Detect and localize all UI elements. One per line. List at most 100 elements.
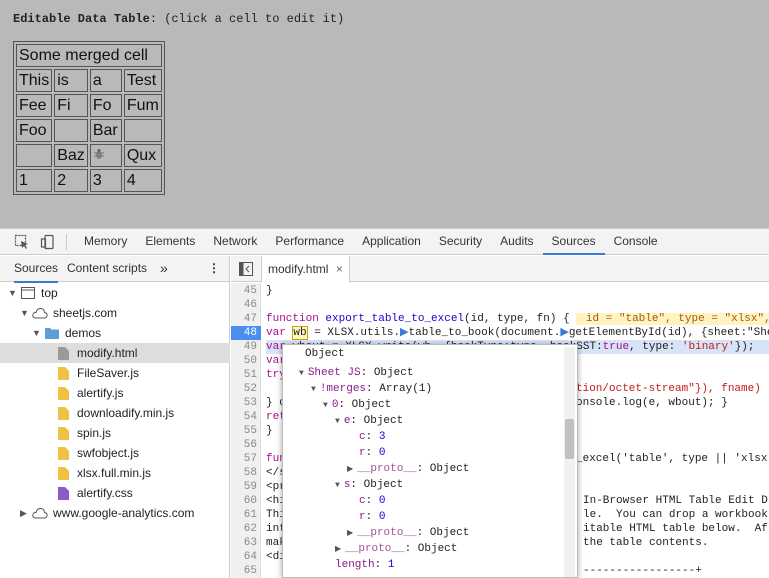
tree-item-label: xlsx.full.min.js: [77, 466, 152, 480]
tree-item-folder[interactable]: ▼ demos: [0, 323, 230, 343]
line-number[interactable]: 51: [231, 368, 261, 382]
line-number[interactable]: 45: [231, 284, 261, 298]
line-number[interactable]: 57: [231, 452, 261, 466]
object-tree-row[interactable]: ▼ !merges: Array(1): [311, 381, 432, 397]
line-number[interactable]: 63: [231, 536, 261, 550]
collapse-arrow-icon[interactable]: ▶: [335, 545, 341, 554]
line-number[interactable]: 65: [231, 564, 261, 578]
line-number[interactable]: 61: [231, 508, 261, 522]
table-cell[interactable]: This: [16, 69, 53, 92]
object-key: __proto__: [345, 543, 405, 555]
line-number[interactable]: 53: [231, 396, 261, 410]
table-cell[interactable]: is: [54, 69, 88, 92]
navigator-menu-icon[interactable]: ⋮: [208, 256, 220, 281]
table-cell[interactable]: [89, 144, 122, 167]
code-line: _excel('table', type || 'xlsx: [576, 453, 768, 465]
line-number[interactable]: 54: [231, 410, 261, 424]
object-tree-row[interactable]: ▶ __proto__: Object: [347, 525, 469, 541]
line-number[interactable]: 58: [231, 466, 261, 480]
table-cell[interactable]: a: [89, 69, 122, 92]
expand-arrow-icon[interactable]: ▼: [311, 385, 316, 394]
line-number[interactable]: 60: [231, 494, 261, 508]
tab-application[interactable]: Application: [353, 229, 430, 255]
object-tree-row[interactable]: ▼ e: Object: [335, 413, 403, 429]
tab-memory[interactable]: Memory: [75, 229, 136, 255]
object-tree-row[interactable]: ▼ Sheet JS: Object: [299, 365, 413, 381]
navigator-tab-sources[interactable]: Sources: [14, 256, 59, 283]
table-cell[interactable]: 3: [89, 169, 122, 192]
table-cell[interactable]: [123, 119, 162, 142]
line-number[interactable]: 64: [231, 550, 261, 564]
tree-item-file[interactable]: downloadify.min.js: [0, 403, 230, 423]
table-row: Fee Fi Fo Fum: [16, 94, 162, 117]
object-tree-row[interactable]: ▼ s: Object: [335, 477, 403, 493]
tree-item-file-selected[interactable]: modify.html: [0, 343, 230, 363]
tab-network[interactable]: Network: [204, 229, 266, 255]
table-cell-merged[interactable]: Some merged cell: [16, 44, 162, 67]
table-cell[interactable]: Fee: [16, 94, 53, 117]
tree-item-domain[interactable]: ▶ www.google-analytics.com: [0, 503, 230, 523]
line-number[interactable]: 56: [231, 438, 261, 452]
object-tree-row[interactable]: ▼ 0: Object: [323, 397, 391, 413]
table-cell[interactable]: Qux: [123, 144, 162, 167]
table-cell[interactable]: [16, 144, 53, 167]
tree-item-file[interactable]: FileSaver.js: [0, 363, 230, 383]
tab-audits[interactable]: Audits: [491, 229, 542, 255]
tab-security[interactable]: Security: [430, 229, 491, 255]
tree-item-file[interactable]: swfobject.js: [0, 443, 230, 463]
editor-file-tab[interactable]: modify.html ×: [261, 256, 350, 282]
collapse-arrow-icon[interactable]: ▶: [347, 529, 353, 538]
close-tab-icon[interactable]: ×: [336, 262, 343, 276]
tab-console[interactable]: Console: [605, 229, 667, 255]
table-cell[interactable]: Fi: [54, 94, 88, 117]
table-cell[interactable]: 2: [54, 169, 88, 192]
object-tree-row[interactable]: ▶ __proto__: Object: [335, 541, 457, 557]
object-tree-row: c: 0: [359, 495, 386, 507]
table-cell[interactable]: Fum: [123, 94, 162, 117]
breakpoint-line-number[interactable]: 48: [231, 326, 261, 340]
tab-performance[interactable]: Performance: [266, 229, 353, 255]
line-number[interactable]: 46: [231, 298, 261, 312]
table-cell[interactable]: Bar: [89, 119, 122, 142]
device-toolbar-icon[interactable]: [40, 234, 56, 250]
table-cell[interactable]: [54, 119, 88, 142]
line-number[interactable]: 52: [231, 382, 261, 396]
expand-arrow-icon[interactable]: ▼: [335, 417, 340, 426]
inspect-element-icon[interactable]: [14, 234, 30, 250]
popover-scrollbar-thumb[interactable]: [565, 419, 574, 459]
popover-scrollbar[interactable]: [564, 347, 575, 577]
line-number[interactable]: 55: [231, 424, 261, 438]
line-number[interactable]: 49: [231, 340, 261, 354]
object-value: Object: [429, 527, 470, 539]
table-cell[interactable]: Test: [123, 69, 162, 92]
table-cell[interactable]: Fo: [89, 94, 122, 117]
toggle-navigator-icon[interactable]: [239, 262, 253, 276]
object-key: __proto__: [357, 527, 417, 539]
object-tree-row[interactable]: ▶ __proto__: Object: [347, 461, 469, 477]
hovered-variable[interactable]: wb: [292, 326, 308, 340]
table-cell[interactable]: 4: [123, 169, 162, 192]
tree-item-file[interactable]: xlsx.full.min.js: [0, 463, 230, 483]
navigator-more-button[interactable]: »: [160, 256, 168, 281]
tab-sources[interactable]: Sources: [542, 229, 605, 255]
tree-item-top[interactable]: ▼ top: [0, 283, 230, 303]
collapse-arrow-icon[interactable]: ▶: [347, 465, 353, 474]
tree-item-file[interactable]: alertify.css: [0, 483, 230, 503]
expand-arrow-icon[interactable]: ▼: [323, 401, 328, 410]
table-cell[interactable]: Foo: [16, 119, 53, 142]
js-file-icon: [58, 407, 69, 420]
table-cell[interactable]: 1: [16, 169, 53, 192]
tree-item-domain[interactable]: ▼ sheetjs.com: [0, 303, 230, 323]
table-cell[interactable]: Baz: [54, 144, 88, 167]
navigator-tab-content-scripts[interactable]: Content scripts: [67, 256, 147, 281]
expand-arrow-icon[interactable]: ▼: [299, 369, 304, 378]
line-number[interactable]: 47: [231, 312, 261, 326]
tree-item-file[interactable]: alertify.js: [0, 383, 230, 403]
line-number[interactable]: 62: [231, 522, 261, 536]
tab-elements[interactable]: Elements: [136, 229, 204, 255]
expand-arrow-icon[interactable]: ▼: [335, 481, 340, 490]
tree-item-label: www.google-analytics.com: [53, 506, 195, 520]
tree-item-file[interactable]: spin.js: [0, 423, 230, 443]
line-number[interactable]: 50: [231, 354, 261, 368]
line-number[interactable]: 59: [231, 480, 261, 494]
